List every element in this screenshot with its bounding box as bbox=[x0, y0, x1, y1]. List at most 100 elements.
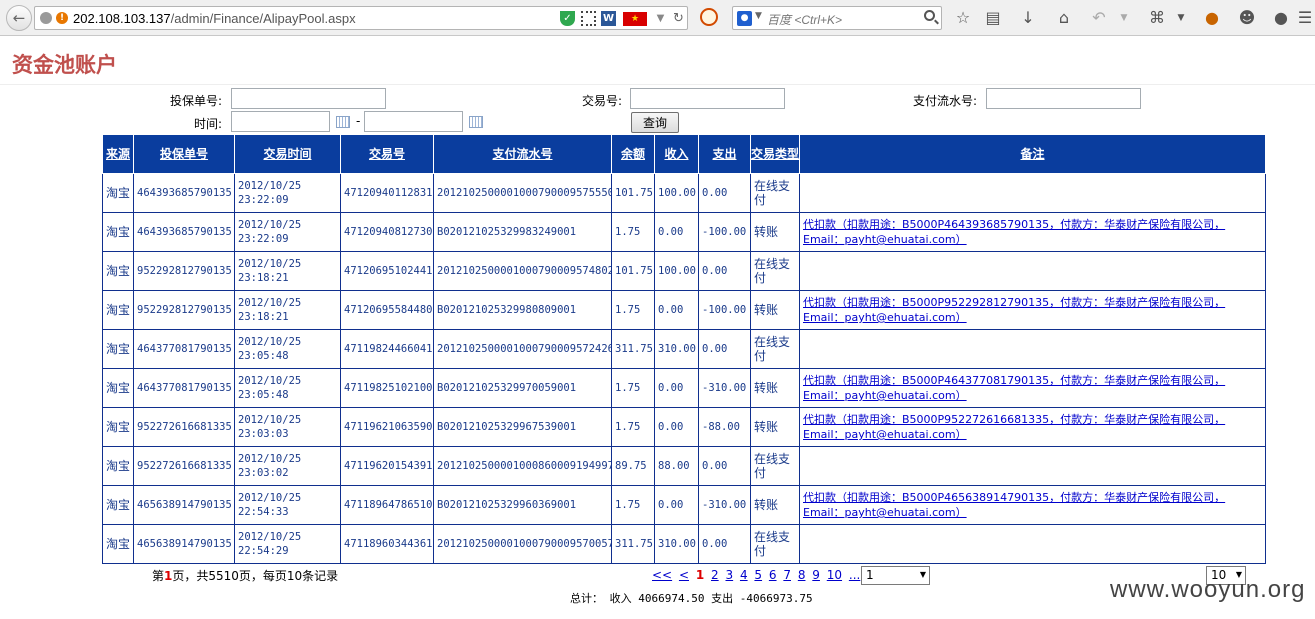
cell-payment-serial: 2012102500001000790009574802 bbox=[433, 251, 612, 291]
col-header-payment-serial[interactable]: 支付流水号 bbox=[433, 134, 612, 174]
info-icon[interactable]: ! bbox=[56, 12, 68, 24]
crop-icon[interactable]: ⌘ bbox=[1146, 7, 1168, 29]
table-row: 淘宝 464377081790135 2012/10/25 23:05:48 4711… bbox=[102, 329, 1266, 369]
cell-balance: 101.75 bbox=[611, 173, 655, 213]
col-header-source[interactable]: 来源 bbox=[102, 134, 134, 174]
cell-payment-serial: 2012102500001000790009570057 bbox=[433, 524, 612, 564]
page-link-6[interactable]: 6 bbox=[769, 568, 777, 582]
search-placeholder[interactable]: 百度 <Ctrl+K> bbox=[767, 11, 842, 28]
cell-payment-serial: B020121025329980809001 bbox=[433, 290, 612, 330]
col-header-balance[interactable]: 余额 bbox=[611, 134, 655, 174]
page-link-4[interactable]: 4 bbox=[740, 568, 748, 582]
trade-no-input[interactable] bbox=[630, 88, 785, 109]
reading-list-icon[interactable]: ▤ bbox=[982, 7, 1004, 29]
note-link[interactable]: 代扣款（扣款用途：B5000P464393685790135，付款方：华泰财产保… bbox=[803, 218, 1225, 246]
table-header-row: 来源 投保单号 交易时间 交易号 支付流水号 余额 收入 支出 交易类型 备注 bbox=[102, 134, 1266, 174]
cell-expense: 0.00 bbox=[698, 446, 751, 486]
user-icon[interactable]: ☻ bbox=[1236, 7, 1258, 29]
time-label: 时间: bbox=[194, 117, 223, 131]
cell-policy-no: 464377081790135 bbox=[133, 329, 235, 369]
cell-expense: -100.00 bbox=[698, 212, 751, 252]
cell-source[interactable]: 淘宝 bbox=[102, 290, 134, 330]
search-engine-dropdown-icon[interactable]: ▼ bbox=[755, 11, 762, 21]
back-arrow-icon[interactable]: ← bbox=[6, 5, 32, 31]
adblock-icon[interactable] bbox=[700, 8, 718, 26]
table-row: 淘宝 464393685790135 2012/10/25 23:22:09 4712… bbox=[102, 173, 1266, 213]
baidu-paw-icon[interactable]: ● bbox=[737, 11, 752, 26]
payment-serial-input[interactable] bbox=[986, 88, 1141, 109]
cell-income: 0.00 bbox=[654, 485, 699, 525]
cell-trade-no: 47120940812730 bbox=[340, 212, 434, 252]
china-flag-icon[interactable]: ★ bbox=[623, 12, 647, 26]
word-icon[interactable]: W bbox=[601, 11, 616, 26]
calendar-icon[interactable] bbox=[469, 116, 483, 128]
cell-source[interactable]: 淘宝 bbox=[102, 212, 134, 252]
col-header-trade-type[interactable]: 交易类型 bbox=[750, 134, 800, 174]
cell-source[interactable]: 淘宝 bbox=[102, 251, 134, 291]
start-date-input[interactable] bbox=[231, 111, 330, 132]
page-link-3[interactable]: 3 bbox=[725, 568, 733, 582]
col-header-trade-time[interactable]: 交易时间 bbox=[234, 134, 341, 174]
menu-icon[interactable]: ☰ bbox=[1294, 7, 1315, 29]
col-header-note[interactable]: 备注 bbox=[799, 134, 1266, 174]
cell-source[interactable]: 淘宝 bbox=[102, 329, 134, 369]
cell-trade-type: 在线支付 bbox=[750, 173, 800, 213]
calendar-icon[interactable] bbox=[336, 116, 350, 128]
qr-code-icon[interactable] bbox=[581, 11, 596, 26]
undo-icon[interactable]: ↶ bbox=[1088, 7, 1110, 29]
first-page-link[interactable]: << bbox=[652, 568, 672, 582]
col-header-income[interactable]: 收入 bbox=[654, 134, 699, 174]
cell-note bbox=[799, 251, 1266, 291]
address-bar[interactable]: ! 202.108.103.137/admin/Finance/AlipayPo… bbox=[34, 6, 688, 30]
col-header-trade-no[interactable]: 交易号 bbox=[340, 134, 434, 174]
page-link-7[interactable]: 7 bbox=[783, 568, 791, 582]
cell-source[interactable]: 淘宝 bbox=[102, 485, 134, 525]
search-icon[interactable] bbox=[924, 10, 935, 21]
cell-source[interactable]: 淘宝 bbox=[102, 446, 134, 486]
cell-source[interactable]: 淘宝 bbox=[102, 524, 134, 564]
cell-policy-no: 465638914790135 bbox=[133, 524, 235, 564]
table-row: 淘宝 952272616681335 2012/10/25 23:03:03 4711… bbox=[102, 407, 1266, 447]
page-link-8[interactable]: 8 bbox=[798, 568, 806, 582]
download-icon[interactable]: ↓ bbox=[1017, 7, 1039, 29]
note-link[interactable]: 代扣款（扣款用途：B5000P464377081790135，付款方：华泰财产保… bbox=[803, 374, 1225, 402]
page-link-9[interactable]: 9 bbox=[812, 568, 820, 582]
policy-no-input[interactable] bbox=[231, 88, 386, 109]
page-link-2[interactable]: 2 bbox=[711, 568, 719, 582]
cell-payment-serial: 2012102500001000790009572426 bbox=[433, 329, 612, 369]
extension-icon[interactable]: ● bbox=[1201, 7, 1223, 29]
cell-trade-no: 47119825102100 bbox=[340, 368, 434, 408]
cell-source[interactable]: 淘宝 bbox=[102, 407, 134, 447]
page-title: 资金池账户 bbox=[12, 52, 117, 77]
cell-balance: 1.75 bbox=[611, 368, 655, 408]
note-link[interactable]: 代扣款（扣款用途：B5000P952292812790135，付款方：华泰财产保… bbox=[803, 296, 1225, 324]
prev-page-link[interactable]: < bbox=[679, 568, 689, 582]
url-text[interactable]: 202.108.103.137/admin/Finance/AlipayPool… bbox=[73, 11, 356, 26]
title-divider bbox=[0, 84, 1315, 85]
end-date-input[interactable] bbox=[364, 111, 463, 132]
more-pages-link[interactable]: ... bbox=[849, 568, 860, 582]
crop-dropdown-icon[interactable]: ▼ bbox=[1170, 7, 1192, 29]
cell-trade-no: 47120695102441 bbox=[340, 251, 434, 291]
search-bar[interactable]: ● ▼ 百度 <Ctrl+K> bbox=[732, 6, 942, 30]
cell-balance: 311.75 bbox=[611, 524, 655, 564]
url-dropdown-icon[interactable]: ▼ bbox=[653, 11, 668, 26]
cell-source[interactable]: 淘宝 bbox=[102, 368, 134, 408]
cell-source[interactable]: 淘宝 bbox=[102, 173, 134, 213]
undo-dropdown-icon[interactable]: ▼ bbox=[1113, 7, 1135, 29]
reload-icon[interactable]: ↻ bbox=[671, 11, 686, 26]
col-header-expense[interactable]: 支出 bbox=[698, 134, 751, 174]
home-icon[interactable]: ⌂ bbox=[1053, 7, 1075, 29]
note-link[interactable]: 代扣款（扣款用途：B5000P465638914790135，付款方：华泰财产保… bbox=[803, 491, 1225, 519]
page-select[interactable]: 1 bbox=[861, 566, 930, 585]
chat-icon[interactable]: ● bbox=[1270, 7, 1292, 29]
page-link-10[interactable]: 10 bbox=[827, 568, 842, 582]
page-link-5[interactable]: 5 bbox=[754, 568, 762, 582]
note-link[interactable]: 代扣款（扣款用途：B5000P952272616681335，付款方：华泰财产保… bbox=[803, 413, 1225, 441]
policy-no-label: 投保单号: bbox=[170, 94, 223, 108]
query-button[interactable]: 查询 bbox=[631, 112, 679, 133]
cell-expense: -100.00 bbox=[698, 290, 751, 330]
shield-icon[interactable]: ✓ bbox=[560, 11, 575, 26]
bookmark-star-icon[interactable]: ☆ bbox=[952, 7, 974, 29]
col-header-policy-no[interactable]: 投保单号 bbox=[133, 134, 235, 174]
